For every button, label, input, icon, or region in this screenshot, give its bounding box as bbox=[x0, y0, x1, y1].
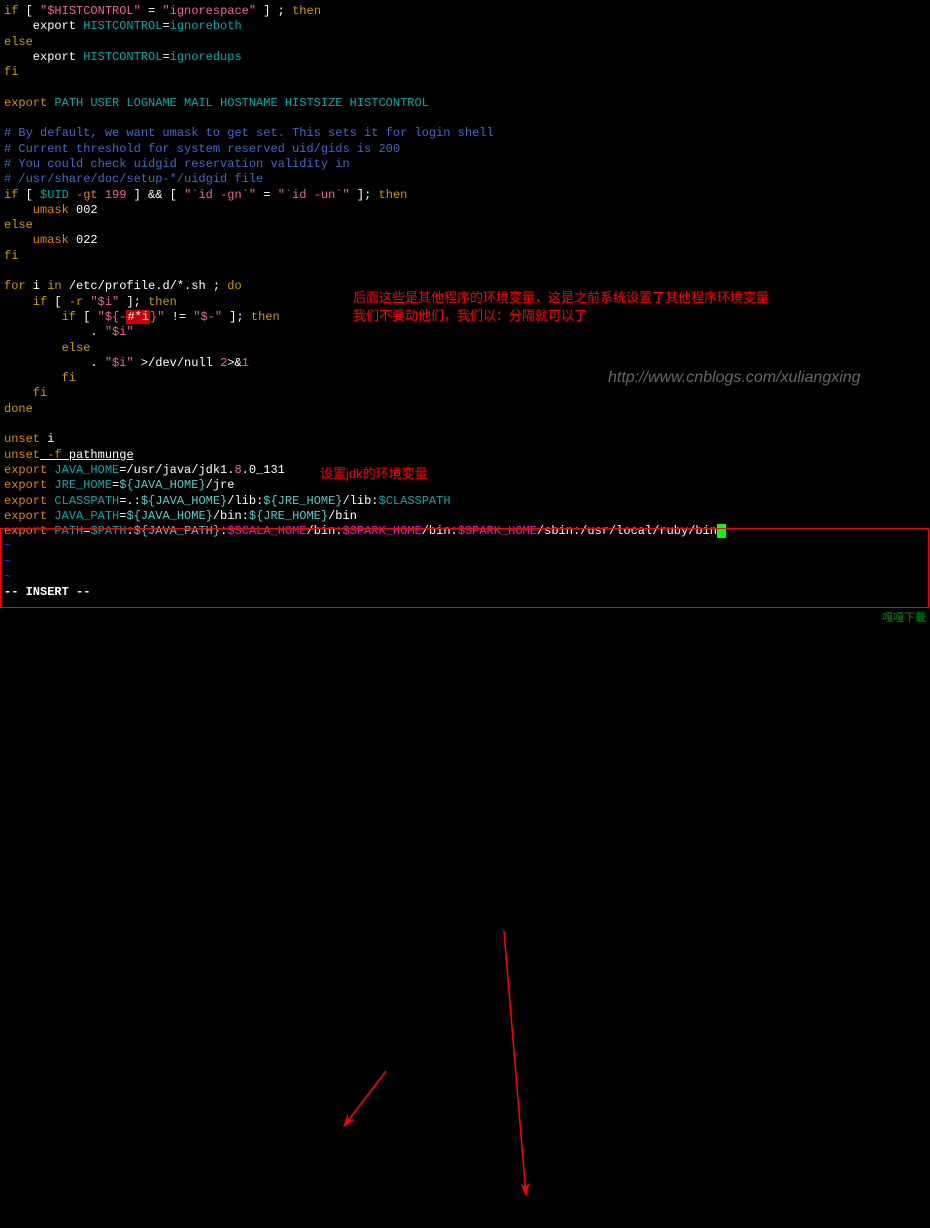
code-editor[interactable]: if [ "$HISTCONTROL" = "ignorespace" ] ; … bbox=[4, 4, 926, 601]
arrow-other bbox=[4, 601, 930, 1228]
arrow-jdk bbox=[4, 601, 930, 1228]
corner-label: 嘎嘎下载 bbox=[882, 611, 926, 626]
